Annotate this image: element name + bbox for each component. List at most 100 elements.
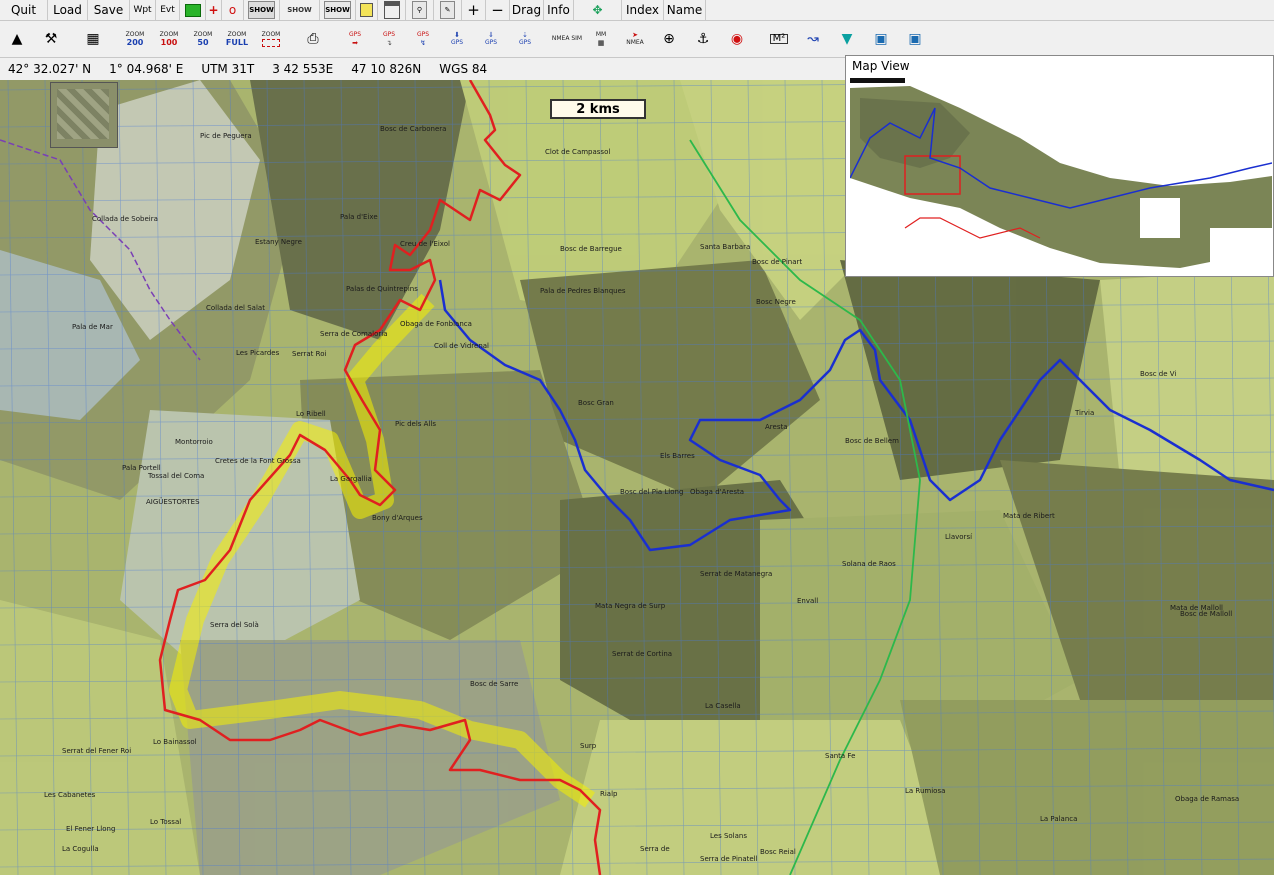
area-button[interactable]: M²: [762, 23, 796, 55]
quit-button[interactable]: Quit: [0, 0, 48, 20]
add-point-button[interactable]: +: [206, 0, 222, 20]
event-button[interactable]: Evt: [156, 0, 180, 20]
map-place-label: Rialp: [600, 790, 618, 798]
info-button[interactable]: Info: [544, 0, 574, 20]
line-chart-icon: ↝: [807, 31, 819, 47]
map-place-label: Bosc de Bellem: [845, 437, 899, 445]
map-place-label: Cretes de la Font Grossa: [215, 457, 301, 465]
map-view-title: Map View: [852, 59, 910, 73]
map-place-label: Serrat del Fener Roi: [62, 747, 132, 755]
anchor-button[interactable]: ⚓: [686, 23, 720, 55]
split-button[interactable]: [378, 0, 406, 20]
map-image-icon: ▣: [908, 31, 922, 47]
zoom-box-button[interactable]: ZOOM: [254, 23, 288, 55]
map-view-canvas[interactable]: [850, 78, 1272, 274]
map-place-label: Bosc de Pinart: [752, 258, 803, 266]
gps-track-icon: ↴: [386, 39, 392, 47]
index-button[interactable]: Index: [622, 0, 664, 20]
map-place-label: Lo Bainassol: [153, 738, 197, 746]
layer-button[interactable]: [356, 0, 378, 20]
name-button[interactable]: Name: [664, 0, 706, 20]
nmea-sim-button[interactable]: NMEA SIM: [550, 23, 584, 55]
zoom-50-button[interactable]: ZOOM 50: [186, 23, 220, 55]
gps-download-route-icon: ⇣: [522, 31, 528, 39]
menu-toolbar: Quit Load Save Wpt Evt + o SHOW SHOW SHO…: [0, 0, 1274, 21]
easting-readout: 3 42 553E: [272, 62, 334, 76]
map-place-label: Obaga de Fonblanca: [400, 320, 472, 328]
antenna-icon: ▼: [841, 31, 853, 47]
tools-button[interactable]: ⚒: [34, 23, 68, 55]
map-place-label: Clot de Campassol: [545, 148, 611, 156]
gps-button-4[interactable]: ⬇ GPS: [440, 23, 474, 55]
edit-button[interactable]: ✎: [434, 0, 462, 20]
print-button[interactable]: ⎙: [296, 23, 330, 55]
map-place-label: Les Cabanetes: [44, 791, 96, 799]
profile-button[interactable]: ▲: [0, 23, 34, 55]
zoom-100-button[interactable]: ZOOM 100: [152, 23, 186, 55]
map-place-label: Bosc del Pla Llong: [620, 488, 684, 496]
window-icon: ▦: [86, 31, 100, 47]
map-place-label: Els Barres: [660, 452, 695, 460]
drag-button[interactable]: Drag: [510, 0, 544, 20]
map-place-label: Montorroio: [175, 438, 213, 446]
lifebuoy-button[interactable]: ◉: [720, 23, 754, 55]
gps-label: GPS: [348, 31, 362, 38]
save-button[interactable]: Save: [88, 0, 130, 20]
antenna-button[interactable]: ▼: [830, 23, 864, 55]
mm-button[interactable]: MM ▦: [584, 23, 618, 55]
map-place-label: Serrat Roi: [292, 350, 327, 358]
scale-indicator: 2 kms: [550, 99, 646, 119]
map-image-button-2[interactable]: ▣: [898, 23, 932, 55]
zoom-full-button[interactable]: ZOOM FULL: [220, 23, 254, 55]
map-place-label: Pic dels Alls: [395, 420, 436, 428]
map-image-button[interactable]: ▣: [864, 23, 898, 55]
zoom-label: ZOOM: [261, 31, 281, 38]
mm-icon: ▦: [597, 39, 605, 47]
map-place-label: El Fener Llong: [66, 825, 116, 833]
map-place-label: Pic de Peguera: [200, 132, 252, 140]
gps-button-6[interactable]: ⇣ GPS: [508, 23, 542, 55]
window-button[interactable]: ▦: [76, 23, 110, 55]
zoom-200-button[interactable]: ZOOM 200: [118, 23, 152, 55]
pan-button[interactable]: ✥: [574, 0, 622, 20]
thumbnail-image: [57, 89, 109, 139]
overview-svg: [850, 78, 1272, 274]
gps-button-5[interactable]: ⇓ GPS: [474, 23, 508, 55]
gps-label: GPS: [518, 39, 532, 46]
nmea-icon: ➤: [632, 31, 638, 39]
zoom-in-button[interactable]: +: [462, 0, 486, 20]
waypoint-button[interactable]: Wpt: [130, 0, 156, 20]
map-place-label: La Palanca: [1040, 815, 1078, 823]
map-place-label: Serra de Pinatell: [700, 855, 758, 863]
map-view-panel[interactable]: Map View: [845, 55, 1274, 277]
map-place-label: Lo Tossal: [150, 818, 182, 826]
map-place-label: La Rumiosa: [905, 787, 946, 795]
print-icon: ⎙: [307, 31, 319, 47]
map-place-label: Serrat de Cortina: [612, 650, 673, 658]
zoom-box-icon: [262, 39, 280, 47]
map-place-label: Envall: [797, 597, 819, 605]
nmea-sim-label: NMEA SIM: [551, 35, 583, 42]
load-button[interactable]: Load: [48, 0, 88, 20]
gps-label: GPS: [416, 31, 430, 38]
green-box-button[interactable]: [180, 0, 206, 20]
circle-button[interactable]: o: [222, 0, 244, 20]
gps-button-3[interactable]: GPS ↯: [406, 23, 440, 55]
thumbnail-overview[interactable]: [50, 82, 118, 148]
gps-label: GPS: [484, 39, 498, 46]
map-place-label: Mata de Ribert: [1003, 512, 1055, 520]
chart-button[interactable]: ↝: [796, 23, 830, 55]
gps-button-1[interactable]: GPS ➡: [338, 23, 372, 55]
zoom-out-button[interactable]: −: [486, 0, 510, 20]
map-place-label: Bosc Gran: [578, 399, 614, 407]
show-button-2[interactable]: SHOW: [280, 0, 320, 20]
utm-zone-readout: UTM 31T: [201, 62, 255, 76]
map-place-label: Santa Barbara: [700, 243, 751, 251]
target-button[interactable]: ⊕: [652, 23, 686, 55]
search-button[interactable]: ⚲: [406, 0, 434, 20]
nmea-button[interactable]: ➤ NMEA: [618, 23, 652, 55]
show-button-3[interactable]: SHOW: [320, 0, 356, 20]
map-image-icon: ▣: [874, 31, 888, 47]
show-button-1[interactable]: SHOW: [244, 0, 280, 20]
gps-button-2[interactable]: GPS ↴: [372, 23, 406, 55]
